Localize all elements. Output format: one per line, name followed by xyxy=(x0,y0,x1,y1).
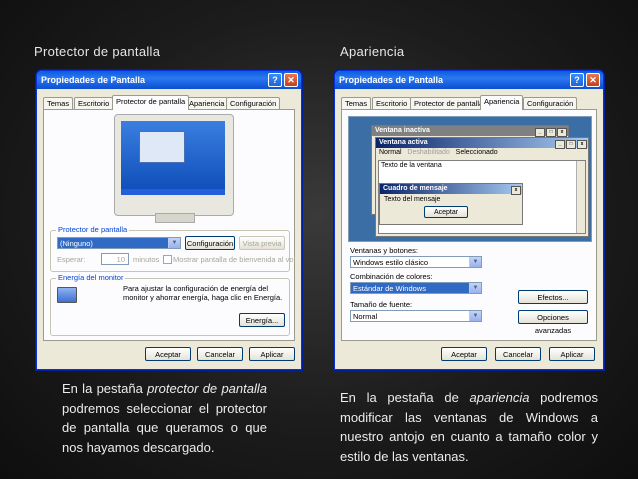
preview-window xyxy=(139,131,185,163)
window-titlebar: Propiedades de Pantalla ? ✕ xyxy=(335,71,603,89)
cancel-button[interactable]: Cancelar xyxy=(495,347,541,361)
monitor-preview xyxy=(114,114,234,223)
minutes-label: minutos xyxy=(133,255,160,264)
welcome-label: Mostrar pantalla de bienvenida al vol xyxy=(173,255,296,264)
color-scheme-value: Estándar de Windows xyxy=(353,284,426,293)
windows-buttons-select[interactable]: Windows estilo clásico ▼ xyxy=(350,256,482,268)
inactive-window-titlebar: Ventana inactiva _ □ x xyxy=(372,126,568,137)
color-scheme-label: Combinación de colores: xyxy=(350,272,433,281)
welcome-checkbox[interactable] xyxy=(163,255,172,264)
left-caption-text-2: podremos seleccionar el protector de pan… xyxy=(62,400,267,455)
screensaver-select[interactable]: (Ninguno) ▼ xyxy=(57,237,181,249)
tab-strip: Temas Escritorio Protector de pantalla A… xyxy=(43,95,295,110)
window-text: Texto de la ventana xyxy=(381,162,442,169)
ok-button[interactable]: Aceptar xyxy=(145,347,191,361)
energy-group: Energía del monitor Para ajustar la conf… xyxy=(50,273,290,336)
chevron-down-icon: ▼ xyxy=(469,283,481,293)
energy-button[interactable]: Energía... xyxy=(239,313,285,327)
advanced-options-button[interactable]: Opciones avanzadas xyxy=(518,310,588,335)
energy-group-label: Energía del monitor xyxy=(56,273,126,282)
window-title: Propiedades de Pantalla xyxy=(339,75,444,85)
display-properties-window-appearance: Propiedades de Pantalla ? ✕ Temas Escrit… xyxy=(334,70,604,370)
font-size-label: Tamaño de fuente: xyxy=(350,300,413,309)
chevron-down-icon: ▼ xyxy=(168,238,180,248)
message-box-text: Texto del mensaje xyxy=(384,196,441,203)
active-window-title: Ventana activa xyxy=(379,139,428,146)
tab-apariencia[interactable]: Apariencia xyxy=(480,95,524,110)
preview-scrollbar xyxy=(576,161,585,233)
active-window-buttons: _ □ x xyxy=(554,139,587,149)
message-box-preview: Cuadro de mensaje x Texto del mensaje Ac… xyxy=(379,183,523,225)
message-box-ok-button[interactable]: Aceptar xyxy=(424,206,468,218)
left-caption-emphasis: protector de pantalla xyxy=(147,381,267,396)
preview-taskbar xyxy=(121,189,225,195)
active-window-titlebar: Ventana activa _ □ x xyxy=(376,138,588,149)
menu-disabled: Deshabilitado xyxy=(407,149,450,156)
screensaver-group-label: Protector de pantalla xyxy=(56,225,130,234)
right-caption: En la pestaña de apariencia podremos mod… xyxy=(340,388,598,466)
monitor-stand xyxy=(155,213,195,223)
chevron-down-icon: ▼ xyxy=(469,257,481,267)
tab-panel: Protector de pantalla (Ninguno) ▼ Config… xyxy=(43,109,295,341)
message-box-title: Cuadro de mensaje xyxy=(383,185,448,192)
display-properties-window-screensaver: Propiedades de Pantalla ? ✕ Temas Escrit… xyxy=(36,70,302,370)
apply-button[interactable]: Aplicar xyxy=(549,347,595,361)
inactive-window-title: Ventana inactiva xyxy=(375,127,430,134)
ok-button[interactable]: Aceptar xyxy=(441,347,487,361)
close-button[interactable]: ✕ xyxy=(586,73,600,87)
tab-protector-de-pantalla[interactable]: Protector de pantalla xyxy=(112,95,190,110)
tab-panel: Ventana inactiva _ □ x Ventana activa _ □ x … xyxy=(341,109,597,341)
preview-button[interactable]: Vista previa xyxy=(239,236,285,250)
screensaver-select-value: (Ninguno) xyxy=(60,239,93,248)
color-scheme-select[interactable]: Estándar de Windows ▼ xyxy=(350,282,482,294)
effects-button[interactable]: Efectos... xyxy=(518,290,588,304)
screensaver-group: Protector de pantalla (Ninguno) ▼ Config… xyxy=(50,225,295,272)
left-caption-text-1: En la pestaña xyxy=(62,381,148,396)
menu-selected: Seleccionado xyxy=(455,149,498,156)
windows-buttons-value: Windows estilo clásico xyxy=(353,258,429,267)
help-button[interactable]: ? xyxy=(570,73,584,87)
cancel-button[interactable]: Cancelar xyxy=(197,347,243,361)
window-title: Propiedades de Pantalla xyxy=(41,75,146,85)
right-heading: Apariencia xyxy=(340,44,405,59)
message-box-titlebar: Cuadro de mensaje x xyxy=(380,184,522,195)
wait-spinner[interactable]: 10 xyxy=(101,253,129,265)
windows-buttons-label: Ventanas y botones: xyxy=(350,246,418,255)
wait-value: 10 xyxy=(116,255,125,264)
monitor-energy-icon xyxy=(57,287,77,303)
chevron-down-icon: ▼ xyxy=(469,311,481,321)
font-size-value: Normal xyxy=(353,312,378,321)
message-box-buttons: x xyxy=(510,185,521,195)
window-titlebar: Propiedades de Pantalla ? ✕ xyxy=(37,71,301,89)
configuration-button[interactable]: Configuración xyxy=(185,236,235,250)
inactive-window-buttons: _ □ x xyxy=(534,127,567,137)
right-caption-emphasis: apariencia xyxy=(469,390,530,405)
close-button[interactable]: ✕ xyxy=(284,73,298,87)
help-button[interactable]: ? xyxy=(268,73,282,87)
apply-button[interactable]: Aplicar xyxy=(249,347,295,361)
tab-strip: Temas Escritorio Protector de pantalla A… xyxy=(341,95,597,110)
font-size-select[interactable]: Normal ▼ xyxy=(350,310,482,322)
menu-bar-preview: Normal Deshabilitado Seleccionado xyxy=(376,148,588,158)
energy-text: Para ajustar la configuración de energía… xyxy=(123,284,283,302)
wait-label: Esperar: xyxy=(57,255,86,264)
left-heading: Protector de pantalla xyxy=(34,44,161,59)
menu-normal: Normal xyxy=(379,149,402,156)
monitor-screen xyxy=(121,121,225,195)
left-caption: En la pestaña protector de pantalla podr… xyxy=(62,379,267,457)
appearance-preview: Ventana inactiva _ □ x Ventana activa _ □ x … xyxy=(348,116,592,242)
right-caption-text-1: En la pestaña de xyxy=(340,390,470,405)
